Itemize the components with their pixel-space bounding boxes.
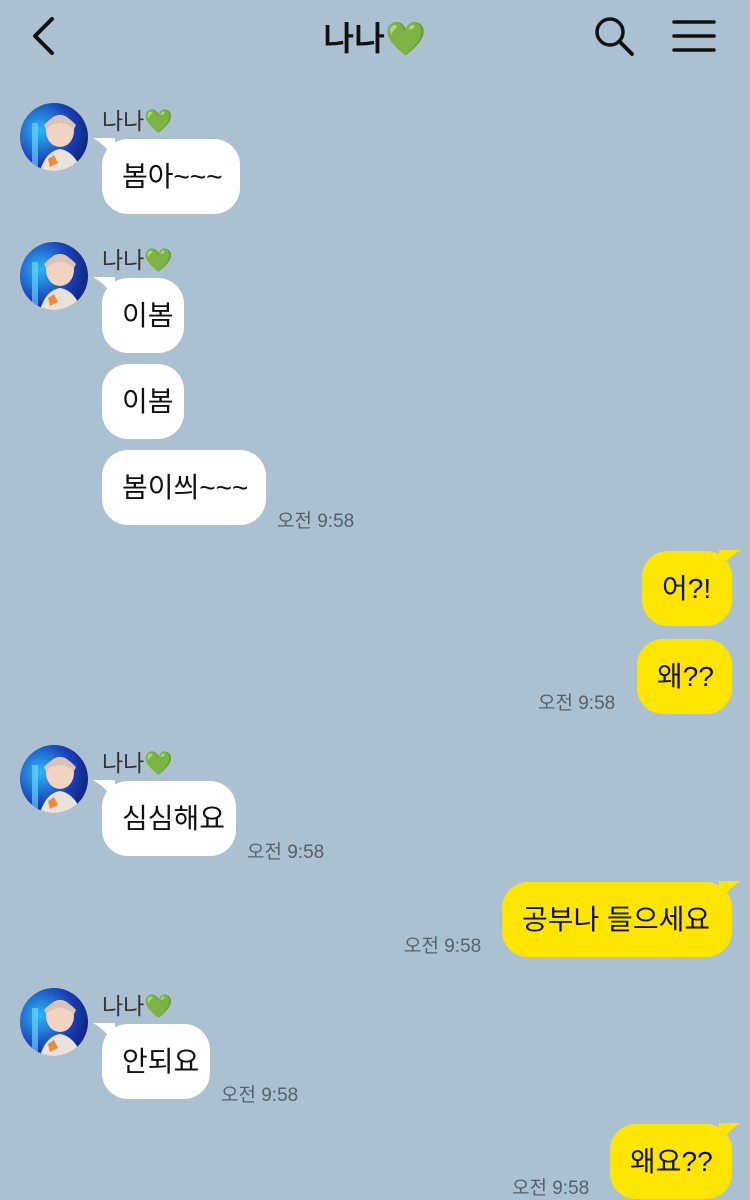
menu-button[interactable] <box>670 14 718 58</box>
contact-avatar[interactable] <box>20 242 88 310</box>
message-text: 어?! <box>662 573 712 604</box>
bubble-tail <box>719 881 741 903</box>
message-text: 봄아~~~ <box>122 161 223 192</box>
message-text: 공부나 들으세요 <box>522 904 711 935</box>
sender-name: 나나💚 <box>102 247 173 273</box>
message-timestamp: 오전 9:58 <box>277 511 355 532</box>
bubble-tail <box>93 1023 115 1045</box>
message-bubble-outgoing[interactable]: 왜요?? <box>610 1123 741 1199</box>
sender-name: 나나💚 <box>102 993 173 1019</box>
bubble-tail <box>719 550 741 572</box>
contact-avatar[interactable] <box>20 103 88 171</box>
message-bubble-incoming[interactable]: 이봄 <box>93 277 184 353</box>
message-bubble-incoming[interactable]: 안되요 <box>93 1023 210 1099</box>
bubble-tail <box>719 1123 741 1145</box>
bubble-tail <box>93 138 115 160</box>
message-text: 안되요 <box>122 1046 200 1077</box>
search-button[interactable] <box>590 12 638 60</box>
sender-name: 나나💚 <box>102 750 173 776</box>
chat-header: 나나💚 <box>0 0 750 72</box>
message-bubble-outgoing[interactable]: 공부나 들으세요 <box>502 881 741 957</box>
message-bubble-incoming[interactable]: 이봄 <box>102 364 184 439</box>
message-text: 봄이씌~~~ <box>122 472 249 503</box>
contact-avatar[interactable] <box>20 988 88 1056</box>
message-bubble-outgoing[interactable]: 왜?? <box>637 639 732 714</box>
message-text: 이봄 <box>122 386 174 417</box>
message-timestamp: 오전 9:58 <box>221 1085 299 1106</box>
message-bubble-incoming[interactable]: 심심해요 <box>93 780 236 856</box>
message-timestamp: 오전 9:58 <box>404 936 482 957</box>
message-bubble-incoming[interactable]: 봄이씌~~~ <box>102 450 266 525</box>
sender-name: 나나💚 <box>102 108 173 134</box>
bubble-tail <box>93 277 115 299</box>
hamburger-menu-icon <box>672 20 716 52</box>
message-bubble-incoming[interactable]: 봄아~~~ <box>93 138 240 214</box>
message-text: 왜요?? <box>630 1146 713 1177</box>
message-timestamp: 오전 9:58 <box>247 842 325 863</box>
bubble-tail <box>93 780 115 802</box>
search-icon <box>595 17 634 56</box>
message-text: 왜?? <box>657 661 714 692</box>
message-bubble-outgoing[interactable]: 어?! <box>642 550 741 626</box>
message-text: 심심해요 <box>122 803 226 834</box>
message-timestamp: 오전 9:58 <box>538 693 616 714</box>
message-text: 이봄 <box>122 300 174 331</box>
contact-avatar[interactable] <box>20 745 88 813</box>
